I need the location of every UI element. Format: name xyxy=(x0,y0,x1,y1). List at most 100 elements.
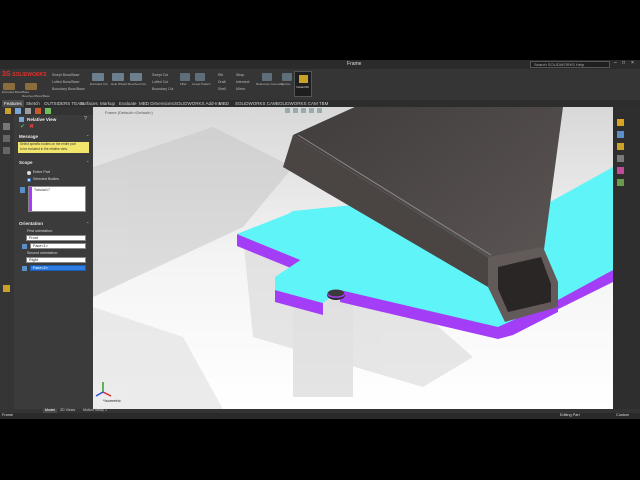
pin-icon[interactable] xyxy=(3,135,10,142)
tab-features[interactable]: Features xyxy=(2,100,24,107)
tab-sketch[interactable]: Sketch xyxy=(24,100,42,107)
tab-3d-views[interactable]: 3D Views xyxy=(60,408,75,413)
view-orientation-icon[interactable] xyxy=(309,108,314,113)
tab-evaluate[interactable]: Evaluate xyxy=(117,100,139,107)
solidworks-resources-icon[interactable] xyxy=(617,119,624,126)
orientation-collapse-icon[interactable]: ⌃ xyxy=(86,222,89,226)
section-view-icon[interactable] xyxy=(301,108,306,113)
maximize-icon[interactable]: □ xyxy=(622,61,625,66)
body-folder-icon[interactable] xyxy=(3,285,10,292)
tab-solidworks-addins[interactable]: SOLIDWORKS Add-Ins xyxy=(172,100,223,107)
view-orientation-label: *Isometric xyxy=(103,398,121,403)
orientation-header: Orientation xyxy=(19,221,44,226)
instant3d-label: Instant3D xyxy=(296,85,309,89)
ok-icon[interactable]: ✔ xyxy=(20,124,25,130)
rib-label[interactable]: Rib xyxy=(218,73,223,78)
swept-boss-label[interactable]: Swept Boss/Base xyxy=(52,73,79,78)
first-orientation-select[interactable]: Front xyxy=(26,235,86,241)
second-face-field[interactable]: Face<2> xyxy=(30,265,86,271)
status-units-text[interactable]: Custom xyxy=(616,413,629,418)
tab-model[interactable]: Model xyxy=(43,408,57,413)
extruded-cut-label: Extruded Cut xyxy=(90,82,108,86)
configuration-icon[interactable] xyxy=(25,108,31,114)
revolved-cut-button[interactable] xyxy=(130,73,142,81)
first-face-value: Face<1> xyxy=(33,244,48,248)
first-face-field[interactable]: Face<1> xyxy=(30,243,86,249)
second-orientation-value: Right xyxy=(29,258,38,262)
lofted-boss-label[interactable]: Lofted Boss/Base xyxy=(52,80,79,85)
collapse-icon[interactable] xyxy=(3,147,10,154)
status-bar: Model 3D Views Motion Study 1 Frame Edit… xyxy=(0,408,640,419)
draft-label[interactable]: Draft xyxy=(218,80,226,85)
swept-cut-label[interactable]: Swept Cut xyxy=(152,73,168,78)
task-pane-tabs xyxy=(613,107,640,409)
extruded-cut-button[interactable] xyxy=(92,73,104,81)
search-input[interactable]: Search SOLIDWORKS Help xyxy=(534,63,584,67)
tab-surfaces[interactable]: Surfaces xyxy=(78,100,100,107)
second-face-value: Face<2> xyxy=(33,266,48,270)
reference-geometry-button[interactable] xyxy=(262,73,272,81)
help-icon[interactable]: ? xyxy=(84,117,87,122)
view-palette-icon[interactable] xyxy=(617,155,624,162)
display-style-icon[interactable] xyxy=(317,108,322,113)
instant3d-button[interactable]: Instant3D xyxy=(294,71,312,97)
tab-solidworks-cam-tbm[interactable]: SOLIDWORKS CAM TBM xyxy=(274,100,330,107)
zoom-to-fit-icon[interactable] xyxy=(285,108,290,113)
scope-collapse-icon[interactable]: ⌃ xyxy=(86,161,89,165)
linear-pattern-label: Linear Pattern xyxy=(192,82,211,86)
window-title: Frame xyxy=(347,61,362,67)
message-header: Message xyxy=(19,134,39,139)
solid-bodies-icon xyxy=(20,187,25,193)
curves-button[interactable] xyxy=(282,73,292,81)
property-manager: Relative View ? ✔ ✖ Message ⌃ Select spe… xyxy=(0,107,94,409)
selected-bodies-list[interactable]: Tubular17 xyxy=(28,186,86,212)
command-tabs: Features Sketch OUTSIDERS TEAM Surfaces … xyxy=(0,100,640,107)
model-breadcrumb[interactable]: Frame (Default<<Default>) xyxy=(105,111,153,115)
mirror-label[interactable]: Mirror xyxy=(236,87,245,92)
selected-body-item[interactable]: Tubular17 xyxy=(34,188,50,193)
tab-mbd-dimensions[interactable]: MBD Dimensions xyxy=(137,100,176,107)
display-manager-icon[interactable] xyxy=(45,108,51,114)
hole-wizard-button[interactable] xyxy=(112,73,124,81)
minimize-icon[interactable]: – xyxy=(614,61,617,66)
dimxpert-icon[interactable] xyxy=(35,108,41,114)
second-orientation-label: Second orientation: xyxy=(27,251,58,255)
revolved-boss-button[interactable] xyxy=(25,83,37,90)
tab-mbd[interactable]: MBD xyxy=(217,100,231,107)
wrap-label[interactable]: Wrap xyxy=(236,73,244,78)
entire-part-radio[interactable] xyxy=(27,171,31,175)
design-library-icon[interactable] xyxy=(617,131,624,138)
tab-solidworks-cam[interactable]: SOLIDWORKS CAM xyxy=(233,100,279,107)
hole-wizard-label: Hole Wizard xyxy=(111,82,128,86)
selected-bodies-radio[interactable] xyxy=(27,178,31,182)
zoom-area-icon[interactable] xyxy=(293,108,298,113)
lofted-cut-label[interactable]: Lofted Cut xyxy=(152,80,168,85)
second-orientation-select[interactable]: Right xyxy=(26,257,86,263)
tab-motion-study[interactable]: Motion Study 1 xyxy=(83,408,107,413)
message-box: Select specific bodies on the entire par… xyxy=(18,142,89,153)
boundary-cut-label[interactable]: Boundary Cut xyxy=(152,87,173,92)
face-selector-icon-2 xyxy=(22,266,27,271)
cancel-icon[interactable]: ✖ xyxy=(29,124,34,130)
custom-properties-icon[interactable] xyxy=(617,179,624,186)
relative-view-icon xyxy=(19,117,24,122)
message-collapse-icon[interactable]: ⌃ xyxy=(86,135,89,139)
extruded-boss-button[interactable] xyxy=(3,83,15,90)
boundary-boss-label[interactable]: Boundary Boss/Base xyxy=(52,87,85,92)
thumbnail-icon[interactable] xyxy=(3,123,10,130)
graphics-area[interactable]: Frame (Default<<Default>) *Isometric xyxy=(93,107,613,409)
tube-opening xyxy=(498,257,551,312)
intersect-label[interactable]: Intersect xyxy=(236,80,249,85)
appearances-icon[interactable] xyxy=(617,167,624,174)
close-icon[interactable]: × xyxy=(631,61,634,66)
message-text-line-2: to be included in the relative view. xyxy=(20,146,68,151)
search-box[interactable]: Search SOLIDWORKS Help xyxy=(530,61,610,68)
tab-markup[interactable]: Markup xyxy=(98,100,117,107)
fillet-button[interactable] xyxy=(180,73,190,81)
linear-pattern-button[interactable] xyxy=(195,73,205,81)
shell-label[interactable]: Shell xyxy=(218,87,226,92)
property-manager-icon[interactable] xyxy=(15,108,21,114)
feature-tree-icon[interactable] xyxy=(5,108,11,114)
model-view[interactable] xyxy=(93,107,613,409)
file-explorer-icon[interactable] xyxy=(617,143,624,150)
